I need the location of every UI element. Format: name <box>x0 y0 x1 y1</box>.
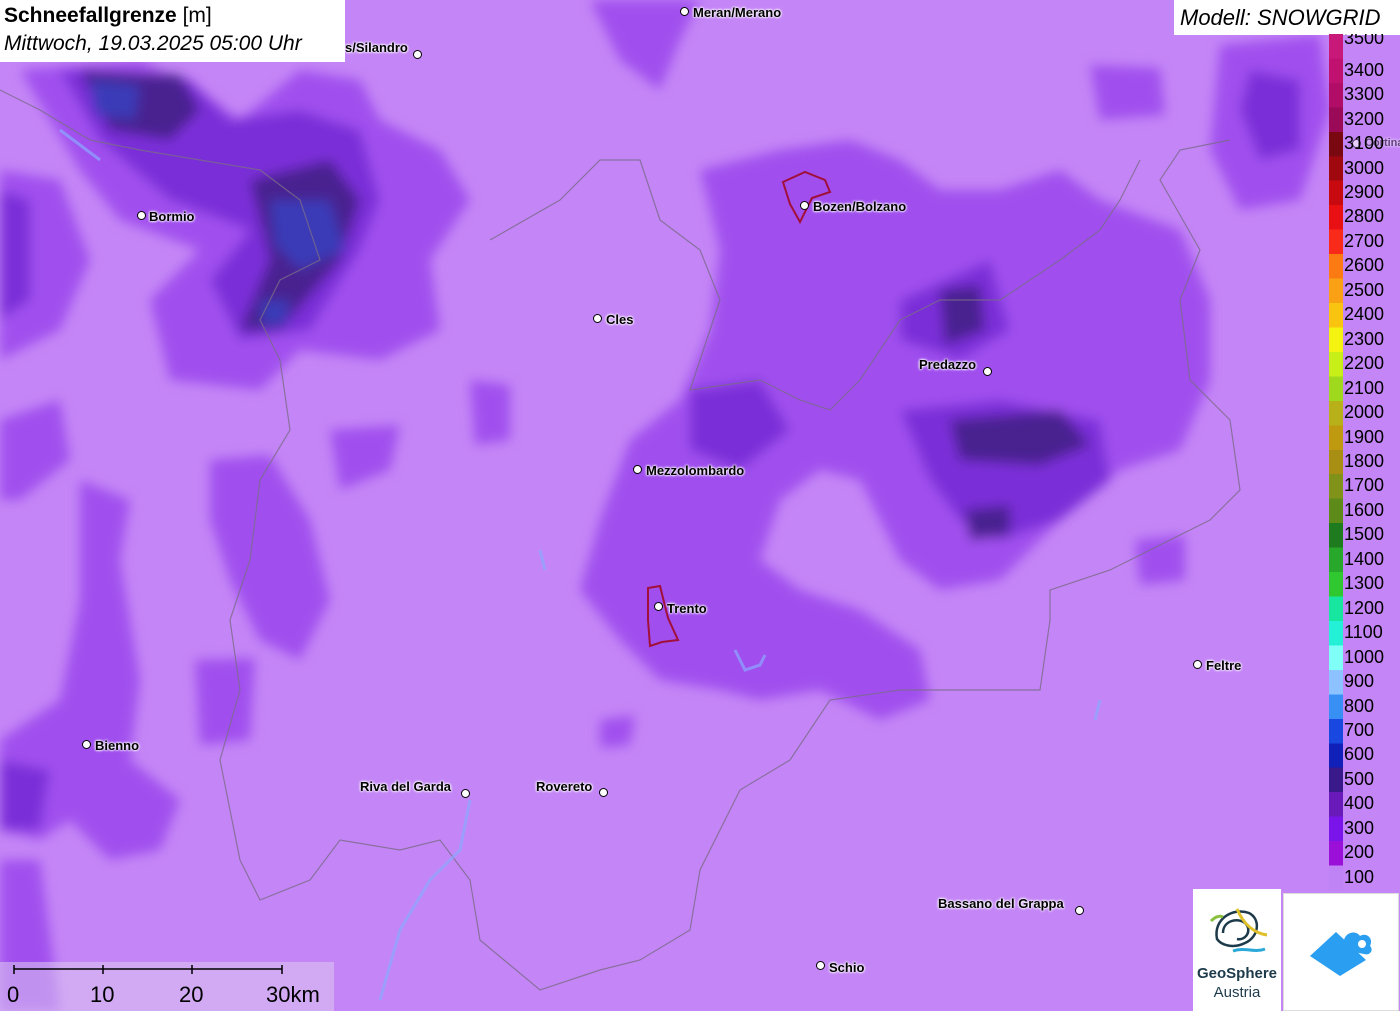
city-label: Meran/Merano <box>693 5 782 20</box>
scale-label: 30km <box>266 982 320 1007</box>
legend-label: 2100 <box>1344 377 1385 398</box>
legend-label: 1800 <box>1344 451 1385 471</box>
zone-core <box>90 80 140 120</box>
zone-high <box>965 505 1010 540</box>
geosphere-name: GeoSphere <box>1196 965 1278 982</box>
legend-label: 1300 <box>1344 573 1385 594</box>
city-dot <box>593 314 602 323</box>
city-dot <box>1075 906 1084 915</box>
city-dot <box>461 789 470 798</box>
city-label: Schio <box>829 960 865 975</box>
city-label: Trento <box>667 601 707 616</box>
legend-label: 100 <box>1344 866 1375 887</box>
legend-label: 200 <box>1344 842 1375 863</box>
scale-label: 20 <box>179 982 204 1007</box>
city-label: Bienno <box>95 738 140 753</box>
zone-low <box>470 380 510 445</box>
legend-label: 1700 <box>1344 475 1385 496</box>
geosphere-logo[interactable]: GeoSphere Austria <box>1193 889 1281 1011</box>
legend-label: 2700 <box>1344 230 1385 251</box>
legend-label: 1000 <box>1344 646 1385 667</box>
snowfall-limit-map[interactable] <box>0 0 1400 1011</box>
legend-label: 300 <box>1344 817 1375 838</box>
city-dot <box>680 7 689 16</box>
city-label: s/Silandro <box>345 40 408 55</box>
legend-label: 3200 <box>1344 108 1385 129</box>
legend-label: 600 <box>1344 744 1375 765</box>
legend-label: 3300 <box>1344 84 1385 105</box>
legend-label: 2300 <box>1344 328 1385 349</box>
legend-label: 800 <box>1344 695 1375 716</box>
legend-label: 3100 <box>1344 133 1385 154</box>
city-label: Bormio <box>149 209 195 224</box>
legend-label: 1500 <box>1344 524 1385 545</box>
legend-label: 900 <box>1344 671 1375 692</box>
zone-low <box>195 658 255 745</box>
map-title-box: Schneefallgrenze [m] Mittwoch, 19.03.202… <box>0 0 345 62</box>
model-label-box: Modell: SNOWGRID <box>1174 0 1400 35</box>
legend-label: 2000 <box>1344 402 1385 423</box>
legend-label: 2200 <box>1344 353 1385 374</box>
map-title: Schneefallgrenze [m] <box>4 4 212 28</box>
snowgrid-logo[interactable] <box>1283 893 1399 1011</box>
city-dot <box>413 50 422 59</box>
city-label: Feltre <box>1206 658 1242 673</box>
legend-label: 3500 <box>1344 34 1385 48</box>
city-dot <box>800 201 809 210</box>
legend-label: 1400 <box>1344 548 1385 569</box>
legend-label: 1100 <box>1344 622 1383 643</box>
legend-label: 400 <box>1344 793 1375 814</box>
city-label: Mezzolombardo <box>646 463 745 478</box>
legend-label: 700 <box>1344 720 1375 741</box>
forecast-datetime: Mittwoch, 19.03.2025 05:00 Uhr <box>4 32 302 55</box>
zone-core <box>260 300 290 325</box>
mountain-cloud-icon <box>1310 932 1372 976</box>
city-label: Riva del Garda <box>360 779 452 794</box>
zone-low <box>600 715 635 748</box>
legend-label: 2800 <box>1344 206 1385 227</box>
city-dot <box>137 211 146 220</box>
city-label: Bozen/Bolzano <box>813 199 907 214</box>
legend-label: 500 <box>1344 768 1375 789</box>
zone-mid <box>0 190 30 320</box>
legend-color-bar <box>1329 34 1343 890</box>
scale-label: 10 <box>90 982 115 1007</box>
zone-low <box>1135 535 1185 585</box>
legend-label: 1200 <box>1344 597 1385 618</box>
parameter-name: Schneefallgrenze <box>4 4 177 27</box>
legend-label: 3000 <box>1344 157 1385 178</box>
legend-label: 1900 <box>1344 426 1385 447</box>
city-dot <box>983 367 992 376</box>
city-label: Bassano del Grappa <box>938 896 1064 911</box>
legend-label: 2600 <box>1344 255 1385 276</box>
city-dot <box>1193 660 1202 669</box>
geosphere-icon <box>1209 908 1268 953</box>
city-dot <box>633 465 642 474</box>
legend-label: 2900 <box>1344 181 1385 202</box>
scale-bar: 0 10 20 30km <box>0 962 334 1011</box>
legend-label: 2500 <box>1344 279 1385 300</box>
legend-label: 1600 <box>1344 499 1385 520</box>
city-dot <box>654 602 663 611</box>
zone-low <box>1090 65 1165 120</box>
model-label: Modell: SNOWGRID <box>1180 5 1381 30</box>
geosphere-country: Austria <box>1213 984 1261 1001</box>
legend-label: 3400 <box>1344 59 1385 80</box>
city-dot <box>82 740 91 749</box>
scale-label: 0 <box>7 982 20 1007</box>
city-label: Predazzo <box>919 357 977 372</box>
city-label: Rovereto <box>536 779 593 794</box>
parameter-unit: [m] <box>182 4 212 27</box>
city-dot <box>816 961 825 970</box>
city-label: Cles <box>606 312 634 327</box>
legend-label: 2400 <box>1344 304 1385 325</box>
city-dot <box>599 788 608 797</box>
color-legend: 3500 3400 3300 3200 3100 3000 2900 2800 2700 2600… <box>1329 34 1400 890</box>
